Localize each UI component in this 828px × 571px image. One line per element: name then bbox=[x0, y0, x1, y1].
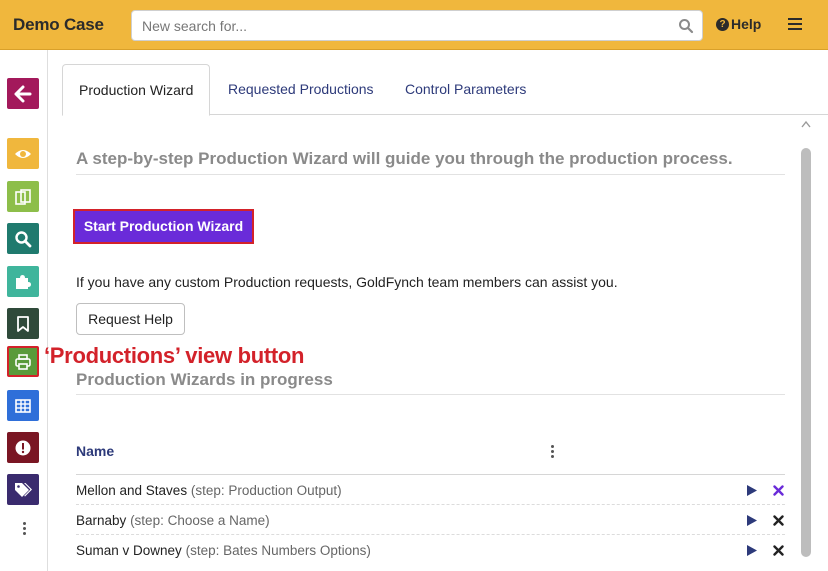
delete-x-icon[interactable] bbox=[773, 545, 784, 556]
scroll-up-arrow-icon[interactable] bbox=[801, 120, 811, 128]
wizard-name: Barnaby bbox=[76, 513, 127, 528]
sidebar-search-button[interactable] bbox=[7, 223, 39, 254]
wizard-step: (step: Production Output) bbox=[190, 483, 342, 498]
exclamation-icon bbox=[15, 440, 31, 455]
tab-requested-productions[interactable]: Requested Productions bbox=[212, 64, 390, 115]
column-options-icon[interactable] bbox=[551, 445, 555, 459]
help-link[interactable]: ? Help bbox=[716, 16, 761, 32]
search-input[interactable] bbox=[142, 17, 662, 35]
start-production-wizard-label: Start Production Wizard bbox=[77, 213, 250, 240]
in-progress-heading: Production Wizards in progress bbox=[76, 370, 333, 389]
hamburger-menu-icon[interactable] bbox=[788, 18, 802, 30]
tab-production-wizard[interactable]: Production Wizard bbox=[62, 64, 211, 116]
sidebar-tags-button[interactable] bbox=[7, 474, 39, 505]
delete-x-icon[interactable] bbox=[773, 515, 784, 526]
app-title[interactable]: Demo Case bbox=[13, 15, 104, 35]
request-help-button[interactable]: Request Help bbox=[76, 303, 185, 335]
top-bar: Demo Case ? Help bbox=[0, 0, 828, 50]
sidebar-more-icon[interactable] bbox=[19, 522, 29, 538]
tab-control-parameters[interactable]: Control Parameters bbox=[389, 64, 542, 115]
delete-x-icon[interactable] bbox=[773, 485, 784, 496]
column-header-name[interactable]: Name bbox=[76, 443, 114, 459]
puzzle-icon bbox=[16, 274, 31, 289]
sidebar-alerts-button[interactable] bbox=[7, 432, 39, 463]
search-box[interactable] bbox=[131, 10, 703, 41]
custom-request-text: If you have any custom Production reques… bbox=[76, 274, 618, 290]
start-production-wizard-button[interactable]: Start Production Wizard bbox=[73, 209, 254, 244]
sidebar-plugins-button[interactable] bbox=[7, 266, 39, 297]
divider bbox=[76, 174, 785, 175]
tab-bar: Production Wizard Requested Productions … bbox=[62, 64, 828, 116]
sidebar-view-button[interactable] bbox=[7, 138, 39, 169]
eye-icon bbox=[15, 149, 31, 158]
table-row[interactable]: Mellon and Staves (step: Production Outp… bbox=[76, 475, 785, 505]
row-name: Barnaby (step: Choose a Name) bbox=[76, 513, 270, 528]
table-icon bbox=[15, 398, 31, 413]
scrollbar-thumb[interactable] bbox=[801, 148, 811, 557]
back-button[interactable] bbox=[7, 78, 39, 109]
sidebar bbox=[0, 50, 48, 571]
play-icon[interactable] bbox=[746, 484, 758, 497]
wizard-name: Mellon and Staves bbox=[76, 483, 188, 498]
tags-icon bbox=[15, 482, 32, 497]
question-circle-icon: ? bbox=[716, 17, 729, 31]
annotation-label: ‘Productions’ view button bbox=[44, 343, 305, 368]
help-label: Help bbox=[731, 16, 762, 32]
printer-icon bbox=[15, 353, 31, 370]
wizard-step: (step: Bates Numbers Options) bbox=[185, 543, 371, 558]
search-icon bbox=[15, 230, 32, 247]
bookmark-icon bbox=[17, 315, 29, 332]
sidebar-bookmarks-button[interactable] bbox=[7, 308, 39, 339]
sidebar-documents-button[interactable] bbox=[7, 181, 39, 212]
sidebar-table-button[interactable] bbox=[7, 390, 39, 421]
table-row[interactable]: Barnaby (step: Choose a Name) bbox=[76, 505, 785, 535]
table-row[interactable]: Suman v Downey (step: Bates Numbers Opti… bbox=[76, 535, 785, 565]
arrow-left-icon bbox=[14, 85, 32, 102]
wizard-name: Suman v Downey bbox=[76, 543, 182, 558]
play-icon[interactable] bbox=[746, 544, 758, 557]
wizard-step: (step: Choose a Name) bbox=[130, 513, 270, 528]
play-icon[interactable] bbox=[746, 514, 758, 527]
wizard-intro-heading: A step-by-step Production Wizard will gu… bbox=[76, 149, 733, 168]
copy-icon bbox=[15, 188, 31, 205]
row-name: Mellon and Staves (step: Production Outp… bbox=[76, 483, 342, 498]
sidebar-productions-button[interactable] bbox=[7, 346, 39, 377]
row-name: Suman v Downey (step: Bates Numbers Opti… bbox=[76, 543, 371, 558]
divider bbox=[76, 394, 785, 395]
search-icon[interactable] bbox=[678, 18, 694, 34]
